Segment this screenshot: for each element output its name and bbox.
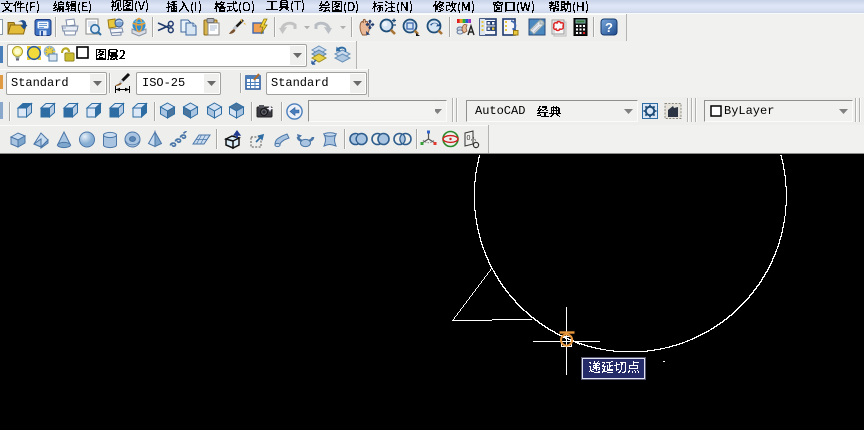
svg-text:0,: 0, (467, 135, 473, 142)
svg-text:?: ? (605, 20, 613, 35)
